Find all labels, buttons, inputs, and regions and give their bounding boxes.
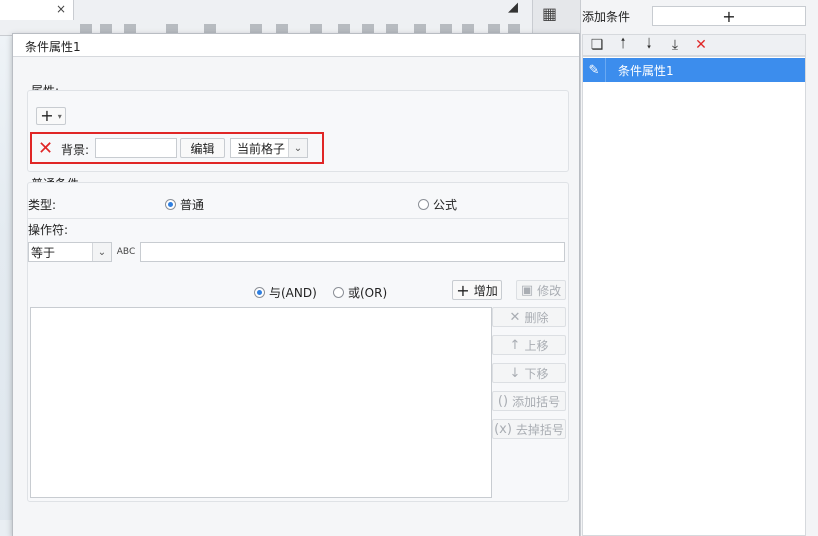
add-button-label: 增加 bbox=[473, 283, 498, 298]
dialog-title: 条件属性1 bbox=[25, 40, 81, 54]
move-up-label: 上移 bbox=[524, 338, 549, 353]
operator-select-value: 等于 bbox=[31, 245, 56, 260]
layout-icon[interactable]: ▦ bbox=[542, 4, 560, 23]
remove-bracket-button[interactable]: (x) 去掉括号 bbox=[492, 419, 566, 439]
background-preview[interactable] bbox=[95, 138, 177, 158]
condition-list[interactable] bbox=[30, 307, 492, 498]
plus-icon: + bbox=[40, 106, 54, 125]
radio-unselected-icon bbox=[418, 199, 429, 210]
add-bracket-label: 添加括号 bbox=[512, 394, 561, 409]
move-to-bottom-icon[interactable]: ⤓ bbox=[666, 36, 684, 54]
value-type-icon[interactable]: ABC bbox=[116, 242, 136, 262]
add-attribute-button[interactable]: + ▾ bbox=[36, 107, 66, 125]
logic-and-radio[interactable]: 与(AND) bbox=[254, 284, 317, 301]
delete-icon: ✕ bbox=[509, 309, 521, 325]
scope-select[interactable]: 当前格子 ⌄ bbox=[230, 138, 308, 158]
modify-condition-button[interactable]: ▣ 修改 bbox=[516, 280, 566, 300]
background-label: 背景: bbox=[61, 143, 90, 157]
chevron-down-icon[interactable]: ⌄ bbox=[288, 139, 307, 157]
modify-icon: ▣ bbox=[520, 282, 534, 298]
list-item-label: 条件属性1 bbox=[618, 63, 674, 78]
move-down-label: 下移 bbox=[524, 366, 549, 381]
edit-button[interactable]: 编辑 bbox=[180, 138, 225, 158]
remove-bracket-label: 去掉括号 bbox=[515, 422, 564, 437]
condition-list-panel bbox=[582, 56, 806, 536]
cursor-arrow-icon: ◢ bbox=[508, 0, 518, 15]
pencil-icon: ✎ bbox=[583, 58, 606, 82]
panel-title: 添加条件 bbox=[582, 10, 631, 24]
arrow-down-icon: ↓ bbox=[509, 365, 521, 381]
remove-attribute-icon[interactable]: ✕ bbox=[37, 138, 54, 159]
delete-button-label: 删除 bbox=[524, 310, 549, 325]
divider bbox=[28, 218, 568, 219]
move-down-button[interactable]: ↓ 下移 bbox=[492, 363, 566, 383]
tab-close-icon[interactable]: × bbox=[56, 2, 66, 16]
arrow-up-icon[interactable]: 🠑 bbox=[614, 36, 632, 54]
list-item[interactable]: ✎ 条件属性1 bbox=[583, 58, 805, 82]
arrow-down-icon[interactable]: 🠓 bbox=[640, 36, 658, 54]
radio-selected-icon bbox=[165, 199, 176, 210]
radio-label: 普通 bbox=[180, 198, 205, 212]
type-label: 类型: bbox=[28, 198, 57, 212]
remove-bracket-icon: (x) bbox=[494, 421, 512, 437]
type-formula-radio[interactable]: 公式 bbox=[418, 196, 457, 213]
delete-button[interactable]: ✕ 删除 bbox=[492, 307, 566, 327]
operator-label: 操作符: bbox=[28, 223, 69, 237]
operator-select[interactable]: 等于 ⌄ bbox=[28, 242, 112, 262]
radio-label: 公式 bbox=[433, 198, 458, 212]
modify-button-label: 修改 bbox=[537, 283, 562, 298]
type-normal-radio[interactable]: 普通 bbox=[165, 196, 204, 213]
arrow-up-icon: ↑ bbox=[509, 337, 521, 353]
move-up-button[interactable]: ↑ 上移 bbox=[492, 335, 566, 355]
chevron-down-icon[interactable]: ⌄ bbox=[92, 243, 111, 261]
add-condition-panel-button[interactable]: + bbox=[652, 6, 806, 26]
add-bracket-button[interactable]: () 添加括号 bbox=[492, 391, 566, 411]
copy-icon[interactable]: ❏ bbox=[588, 36, 606, 54]
logic-or-radio[interactable]: 或(OR) bbox=[333, 284, 387, 301]
bracket-icon: () bbox=[497, 393, 509, 409]
delete-icon[interactable]: ✕ bbox=[692, 36, 710, 54]
plus-icon: + bbox=[456, 280, 470, 300]
radio-selected-icon bbox=[254, 287, 265, 298]
add-condition-button[interactable]: + 增加 bbox=[452, 280, 502, 300]
chevron-down-icon: ▾ bbox=[57, 111, 62, 121]
condition-value-input[interactable] bbox=[140, 242, 565, 262]
scope-select-value: 当前格子 bbox=[237, 141, 286, 156]
radio-unselected-icon bbox=[333, 287, 344, 298]
radio-label: 或(OR) bbox=[348, 286, 388, 300]
radio-label: 与(AND) bbox=[269, 286, 317, 300]
